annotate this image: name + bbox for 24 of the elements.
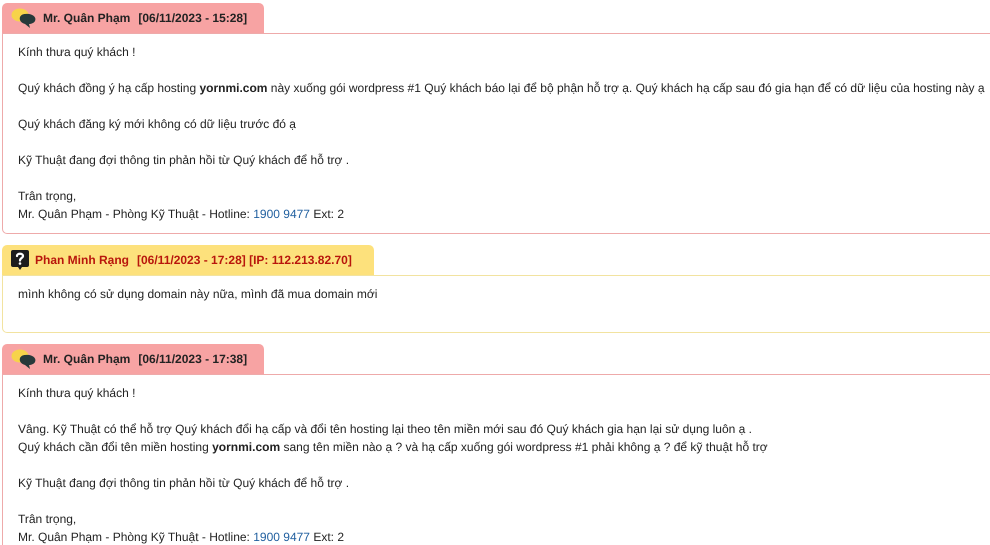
- message-text: Quý khách đăng ký mới không có dữ liệu trước đó ạ: [18, 116, 297, 133]
- signature-closing: Trân trọng,: [18, 188, 78, 205]
- message-text: Quý khách đồng ý hạ cấp hosting yornmi.com này xuống gói wordpress #1 Quý khách báo lại để bộ phận hỗ trợ ạ. Quý khách hạ cấp sau đó gia hạn để có dữ liệu của hosting này ạ: [18, 80, 986, 97]
- question-icon: [11, 250, 29, 270]
- message-text: Quý khách cần đổi tên miền hosting yornmi.com sang tên miền nào ạ ? và hạ cấp xuống gói wordpress #1 phải không ạ ? để kỹ thuật hỗ trợ: [18, 439, 769, 456]
- message-meta: [06/11/2023 - 17:28] [IP: 112.213.82.70]: [137, 253, 352, 267]
- hotline-link[interactable]: 1900 9477: [253, 530, 310, 544]
- signature-line: Mr. Quân Phạm - Phòng Kỹ Thuật - Hotline: 1900 9477 Ext: 2: [18, 529, 345, 545]
- author-name: Mr. Quân Phạm: [43, 352, 130, 366]
- message-meta: [06/11/2023 - 17:38]: [138, 352, 248, 366]
- signature-line: Mr. Quân Phạm - Phòng Kỹ Thuật - Hotline: 1900 9477 Ext: 2: [18, 206, 345, 223]
- author-name: Phan Minh Rạng: [35, 253, 129, 267]
- chat-bubbles-icon: [11, 349, 37, 369]
- message-text: Vâng. Kỹ Thuật có thể hỗ trợ Quý khách đổi hạ cấp và đổi tên hosting lại theo tên miền mới sau đó Quý khách gia hạn lại sử dụng luôn ạ .: [18, 421, 753, 438]
- message-text: Kính thưa quý khách !: [18, 44, 136, 61]
- chat-bubbles-icon: [11, 8, 37, 28]
- signature-closing: Trân trọng,: [18, 511, 78, 528]
- message-text: Kỹ Thuật đang đợi thông tin phản hồi từ Quý khách để hỗ trợ .: [18, 152, 350, 169]
- author-name: Mr. Quân Phạm: [43, 11, 130, 25]
- message-text: Kính thưa quý khách !: [18, 385, 136, 402]
- message-text: Kỹ Thuật đang đợi thông tin phản hồi từ Quý khách để hỗ trợ .: [18, 475, 350, 492]
- message-text: mình không có sử dụng domain này nữa, mình đã mua domain mới: [18, 286, 378, 303]
- message-meta: [06/11/2023 - 15:28]: [138, 11, 248, 25]
- hotline-link[interactable]: 1900 9477: [253, 207, 310, 221]
